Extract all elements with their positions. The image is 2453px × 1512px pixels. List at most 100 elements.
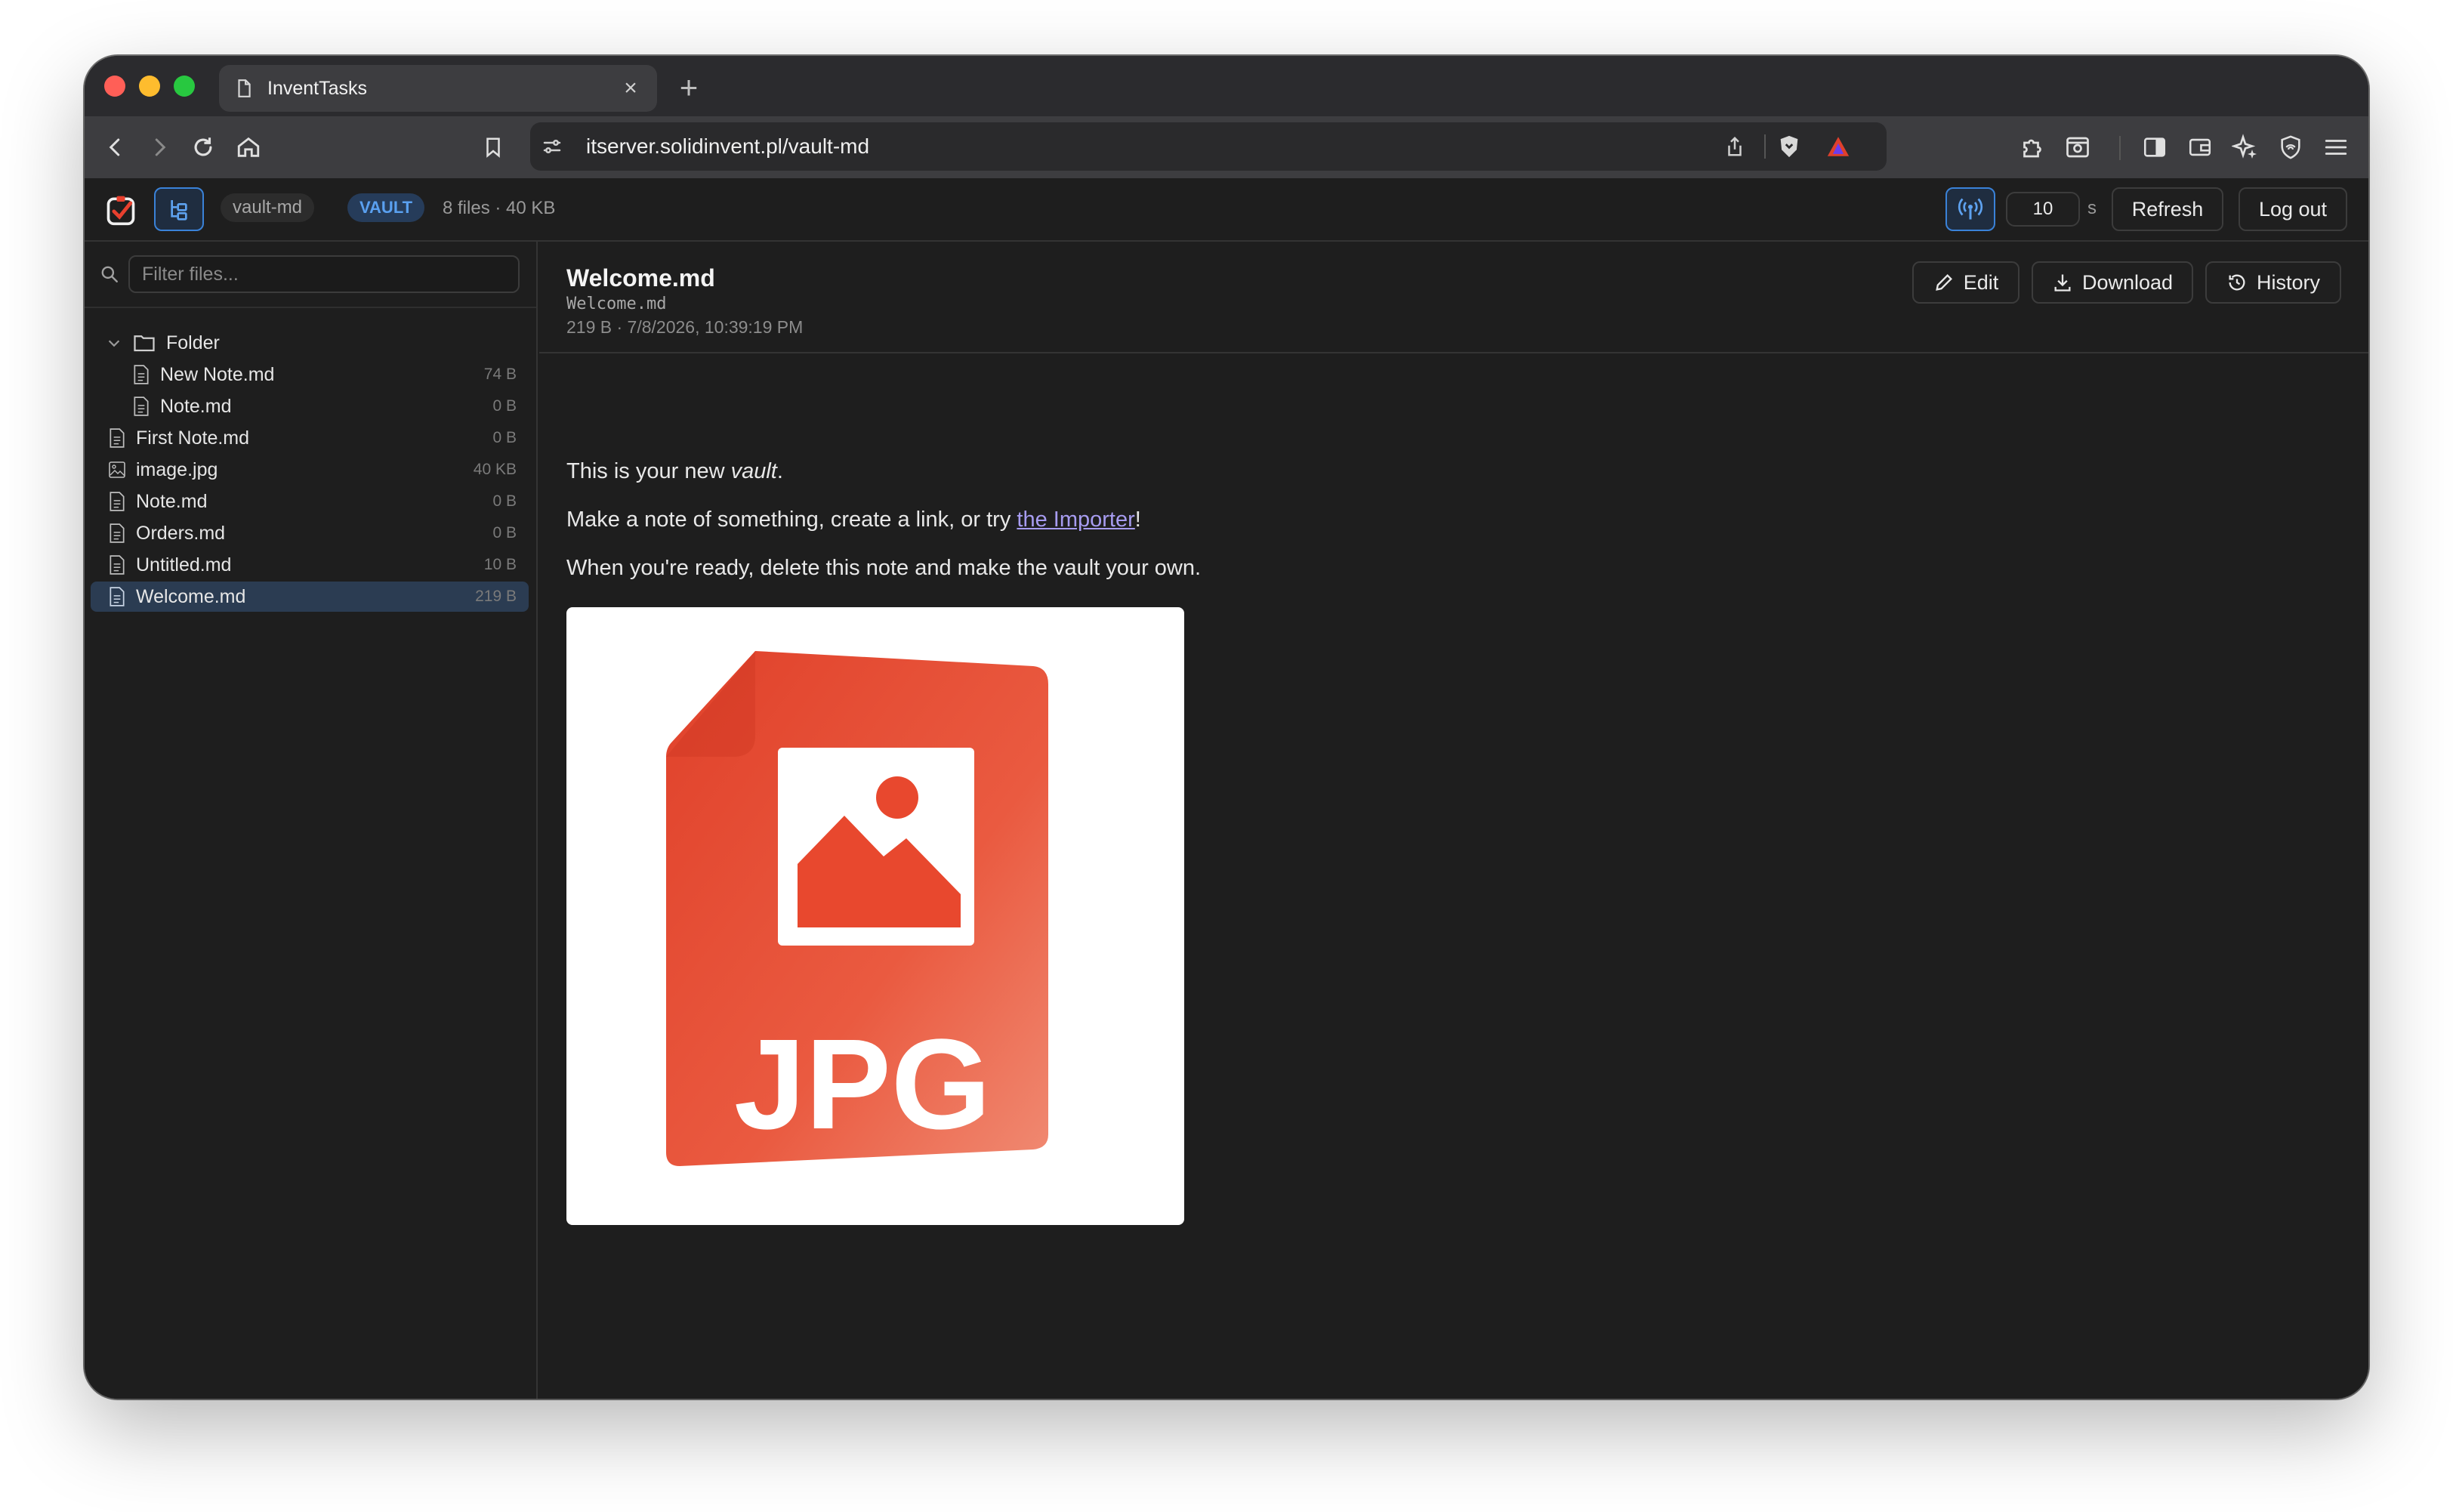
- file-size: 219 B: [475, 588, 517, 605]
- live-sync-toggle-button[interactable]: [1945, 187, 1995, 231]
- document-title: Welcome.md: [566, 264, 715, 292]
- tab-inventtasks[interactable]: InventTasks ×: [219, 65, 657, 112]
- menu-button[interactable]: [2319, 130, 2353, 165]
- history-icon: [2229, 274, 2245, 291]
- document-viewer: Welcome.md Welcome.md 219 B · 7/8/2026, …: [539, 242, 2368, 1399]
- address-bar[interactable]: itserver.solidinvent.pl/vault-md: [530, 122, 1887, 171]
- forward-button[interactable]: [142, 130, 177, 165]
- file-text-icon: [110, 492, 125, 511]
- file-row-first-note[interactable]: First Note.md 0 B: [91, 423, 529, 453]
- file-size: 0 B: [492, 429, 517, 446]
- app-logo-icon: [106, 196, 135, 226]
- emphasis-text: vault: [730, 459, 777, 483]
- new-tab-button[interactable]: +: [674, 66, 704, 109]
- document-path: Welcome.md: [566, 295, 667, 313]
- reload-icon: [194, 137, 212, 156]
- sidebar-divider: [85, 307, 536, 308]
- bookmark-button[interactable]: [476, 130, 511, 165]
- file-text-icon: [134, 397, 149, 416]
- importer-link[interactable]: the Importer: [1017, 508, 1134, 532]
- refresh-interval-unit: s: [2087, 198, 2097, 218]
- minimize-window-button[interactable]: [139, 76, 160, 97]
- paragraph-text: !: [1134, 508, 1141, 532]
- broadcast-icon: [1958, 198, 1983, 220]
- jpg-label: JPG: [734, 1013, 991, 1156]
- file-row-welcome[interactable]: Welcome.md 219 B: [91, 582, 529, 612]
- paragraph-1: This is your new vault.: [566, 459, 783, 484]
- chevron-left-icon: [109, 138, 120, 156]
- toolbar-divider: [2119, 136, 2121, 160]
- chevron-down-icon[interactable]: [106, 335, 122, 351]
- home-icon: [237, 137, 260, 157]
- refresh-interval-input[interactable]: 10: [2006, 192, 2080, 227]
- logout-button[interactable]: Log out: [2239, 187, 2347, 231]
- document-icon: [238, 79, 251, 97]
- extensions-button[interactable]: [2015, 130, 2050, 165]
- site-settings-icon[interactable]: [541, 135, 563, 158]
- brave-rewards-icon[interactable]: [1825, 134, 1852, 159]
- home-button[interactable]: [231, 130, 266, 165]
- history-label: History: [2256, 270, 2320, 294]
- file-image-icon: [109, 461, 125, 478]
- puzzle-icon: [2023, 139, 2041, 158]
- reload-button[interactable]: [186, 130, 221, 165]
- paragraph-text: Make a note of something, create a link,…: [566, 508, 1017, 532]
- reader-mode-button[interactable]: [2060, 130, 2095, 165]
- file-row-note[interactable]: Note.md 0 B: [91, 486, 529, 517]
- file-size: 0 B: [492, 524, 517, 542]
- zoom-window-button[interactable]: [174, 76, 195, 97]
- file-row-orders[interactable]: Orders.md 0 B: [91, 518, 529, 548]
- filter-files-input[interactable]: Filter files...: [128, 255, 520, 293]
- search-icon: [101, 266, 118, 282]
- document-meta: 219 B · 7/8/2026, 10:39:19 PM: [566, 317, 804, 337]
- file-row-folder-note[interactable]: Note.md 0 B: [91, 391, 529, 421]
- close-tab-button[interactable]: ×: [619, 76, 642, 101]
- download-label: Download: [2081, 270, 2174, 294]
- file-name: First Note.md: [136, 427, 250, 449]
- tree-icon: [171, 200, 187, 221]
- bookmark-icon: [486, 137, 500, 158]
- file-row-untitled[interactable]: Untitled.md 10 B: [91, 550, 529, 580]
- back-button[interactable]: [98, 130, 133, 165]
- file-row-image-jpg[interactable]: image.jpg 40 KB: [91, 455, 529, 485]
- paragraph-2: Make a note of something, create a link,…: [566, 508, 1141, 532]
- sidebar-toggle-button[interactable]: [2137, 130, 2172, 165]
- history-button[interactable]: History: [2205, 261, 2341, 304]
- jpg-file-icon: JPG: [666, 651, 1048, 1166]
- search-window-icon: [2066, 137, 2089, 158]
- file-text-icon: [110, 587, 125, 606]
- file-size: 0 B: [492, 492, 517, 510]
- hamburger-icon: [2325, 140, 2347, 155]
- wallet-icon: [2189, 138, 2211, 156]
- tab-title: InventTasks: [267, 77, 368, 99]
- folder-name: Folder: [166, 332, 220, 353]
- share-icon[interactable]: [1723, 134, 1746, 159]
- refresh-button[interactable]: Refresh: [2112, 187, 2223, 231]
- file-name: New Note.md: [160, 363, 275, 385]
- paragraph-text: This is your new: [566, 459, 731, 483]
- vault-badge: VAULT: [347, 193, 425, 222]
- document-header: Welcome.md Welcome.md 219 B · 7/8/2026, …: [539, 242, 2368, 353]
- folder-row[interactable]: Folder: [91, 328, 529, 358]
- file-sidebar: Filter files... Folder New Note.md 74 B …: [85, 242, 538, 1399]
- file-name: Note.md: [136, 490, 208, 512]
- file-text-icon: [134, 365, 149, 384]
- close-window-button[interactable]: [104, 76, 125, 97]
- leo-ai-button[interactable]: [2228, 130, 2263, 165]
- file-name: Orders.md: [136, 522, 226, 544]
- file-size: 74 B: [483, 366, 517, 383]
- edit-label: Edit: [1963, 270, 1999, 294]
- download-icon: [2054, 274, 2071, 292]
- browser-toolbar: itserver.solidinvent.pl/vault-md: [85, 116, 2368, 178]
- wallet-button[interactable]: [2183, 130, 2217, 165]
- file-name: Untitled.md: [136, 554, 232, 575]
- edit-button[interactable]: Edit: [1912, 261, 2019, 304]
- download-button[interactable]: Download: [2032, 261, 2193, 304]
- address-divider: [1764, 134, 1766, 159]
- vpn-button[interactable]: [2273, 130, 2308, 165]
- file-row-new-note[interactable]: New Note.md 74 B: [91, 359, 529, 390]
- file-tree-toggle-button[interactable]: [154, 187, 204, 231]
- brave-shields-icon[interactable]: [1776, 134, 1802, 159]
- paragraph-text: .: [776, 459, 783, 483]
- file-size: 0 B: [492, 397, 517, 415]
